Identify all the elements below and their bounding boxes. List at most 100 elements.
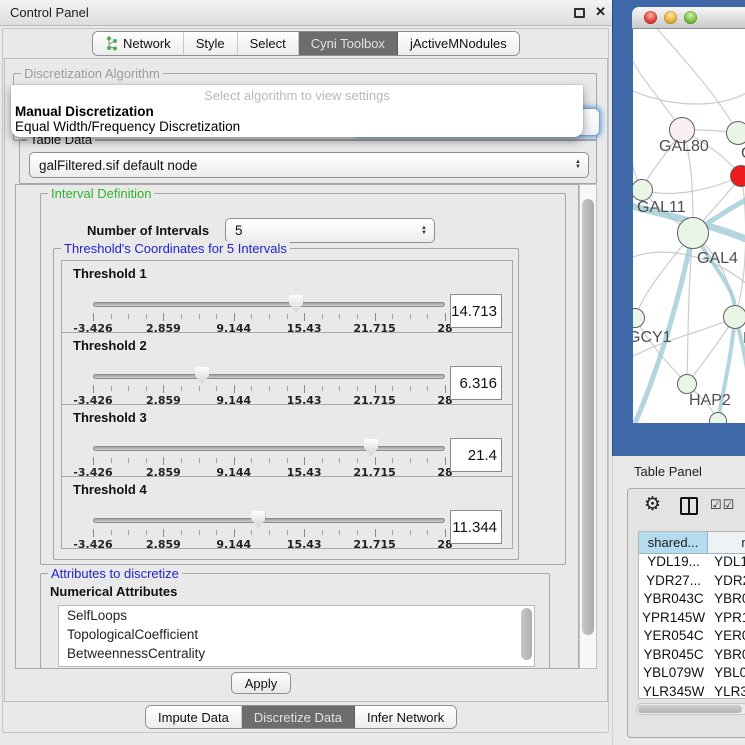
table-horizontal-scrollbar[interactable] — [636, 703, 745, 715]
table-row[interactable]: YDR27...YDR27... — [639, 573, 745, 592]
threshold-label-1: Threshold 1 — [73, 266, 147, 281]
threshold-slider-thumb-2[interactable] — [195, 367, 209, 384]
node-table[interactable]: shared... name YDL19...YDL19...YDR27...Y… — [638, 531, 745, 699]
threshold-value-input-4[interactable]: 11.344 — [450, 510, 502, 544]
tab-select-label: Select — [250, 36, 286, 51]
tab-cyni-toolbox-label: Cyni Toolbox — [311, 36, 385, 51]
cell-shared-name: YBR043C — [639, 591, 708, 610]
tick-mark — [111, 314, 112, 319]
network-node-ga[interactable] — [726, 121, 745, 145]
table-row[interactable]: YBL079WYBL079W — [639, 665, 745, 684]
network-view-window: GAL80GACGAL11GAL4GCY1HHAP2 — [612, 0, 745, 456]
checked-checkboxes-icon[interactable]: ☑☑ — [710, 497, 735, 513]
column-header-name[interactable]: name — [708, 532, 745, 553]
network-canvas[interactable]: GAL80GACGAL11GAL4GCY1HHAP2 — [633, 29, 745, 423]
cell-shared-name: YDL19... — [639, 554, 708, 573]
threshold-slider-track-1[interactable] — [93, 302, 445, 307]
tick-label: 15.43 — [287, 538, 322, 551]
tick-mark — [287, 386, 288, 391]
tick-mark — [410, 458, 411, 463]
tick-mark — [163, 529, 164, 537]
threshold-coordinates-group-title: Threshold's Coordinates for 5 Intervals — [61, 241, 290, 256]
apply-button[interactable]: Apply — [231, 672, 291, 694]
network-window-titlebar[interactable] — [632, 7, 745, 29]
threshold-slider-track-2[interactable] — [93, 374, 445, 379]
gear-icon[interactable]: ⚙ — [644, 493, 661, 516]
network-node-c[interactable] — [730, 165, 745, 187]
tick-mark — [427, 386, 428, 391]
threshold-value-input-1[interactable]: 14.713 — [450, 294, 502, 328]
table-row[interactable]: YPR145WYPR145W — [639, 610, 745, 629]
attribute-item-betweennesscentrality[interactable]: BetweennessCentrality — [59, 644, 534, 663]
column-header-shared-name[interactable]: shared... — [639, 532, 708, 553]
zoom-traffic-light[interactable] — [684, 11, 697, 24]
threshold-slider-thumb-3[interactable] — [364, 439, 378, 456]
bottom-tab-infer-network[interactable]: Infer Network — [355, 706, 456, 728]
tick-mark — [199, 458, 200, 463]
table-data-combobox[interactable]: galFiltered.sif default node ▲▼ — [29, 152, 589, 178]
table-row[interactable]: YLR345WYLR345W — [639, 684, 745, 700]
table-row[interactable]: YER054CYER054C — [639, 628, 745, 647]
close-traffic-light[interactable] — [644, 11, 657, 24]
table-row[interactable]: YBR045CYBR045C — [639, 647, 745, 666]
threshold-slider-track-4[interactable] — [93, 518, 445, 523]
bottom-tab-impute-data[interactable]: Impute Data — [146, 706, 242, 728]
threshold-value-input-2[interactable]: 6.316 — [450, 366, 502, 400]
tab-jactivemnodules[interactable]: jActiveMNodules — [398, 32, 519, 55]
tick-label: 9.144 — [216, 538, 251, 551]
tick-mark — [146, 314, 147, 319]
algorithm-option-equal-width[interactable]: Equal Width/Frequency Discretization — [15, 119, 240, 134]
tab-select[interactable]: Select — [238, 32, 299, 55]
minimize-traffic-light[interactable] — [664, 11, 677, 24]
tick-mark — [269, 386, 270, 391]
node-label-gal11: GAL11 — [637, 199, 686, 217]
tab-style[interactable]: Style — [184, 32, 238, 55]
tick-mark — [427, 458, 428, 463]
tick-mark — [181, 458, 182, 463]
tick-mark — [128, 386, 129, 391]
tick-mark — [146, 530, 147, 535]
threshold-value-input-3[interactable]: 21.4 — [450, 438, 502, 472]
bottom-tab-discretize-data[interactable]: Discretize Data — [242, 706, 355, 728]
tick-mark — [181, 530, 182, 535]
interval-definition-group-title: Interval Definition — [48, 186, 154, 201]
cell-name: YBR045C — [708, 647, 745, 666]
combo-spinner-icon: ▲▼ — [421, 226, 427, 236]
table-row[interactable]: YDL19...YDL19... — [639, 554, 745, 573]
attribute-item-topologicalcoefficient[interactable]: TopologicalCoefficient — [59, 625, 534, 644]
threshold-slider-thumb-4[interactable] — [251, 511, 265, 528]
network-node-gal4[interactable] — [677, 217, 709, 249]
tick-mark — [128, 530, 129, 535]
network-node[interactable] — [709, 412, 727, 423]
close-icon[interactable]: ✕ — [595, 4, 606, 20]
number-of-intervals-combobox[interactable]: 5 ▲▼ — [225, 218, 435, 243]
table-row[interactable]: YBR043CYBR043C — [639, 591, 745, 610]
threshold-slider-thumb-1[interactable] — [289, 295, 303, 312]
columns-icon[interactable] — [680, 497, 698, 515]
network-node-hap2[interactable] — [677, 374, 697, 394]
tick-mark — [181, 386, 182, 391]
numerical-attributes-list: SelfLoopsTopologicalCoefficientBetweenne… — [58, 605, 535, 667]
attributes-list-scrollbar[interactable] — [521, 608, 532, 663]
table-panel-toolbar: ⚙ ☑☑ — [628, 489, 745, 523]
cell-name: YDL19... — [708, 554, 745, 573]
tick-mark — [93, 385, 94, 393]
tick-mark — [427, 530, 428, 535]
threshold-slider-track-3[interactable] — [93, 446, 445, 451]
attributes-to-discretize-group: Attributes to discretize Numerical Attri… — [40, 573, 550, 669]
tick-mark — [234, 457, 235, 465]
tab-cyni-toolbox[interactable]: Cyni Toolbox — [299, 32, 398, 55]
attribute-item-selfloops[interactable]: SelfLoops — [59, 606, 534, 625]
algorithm-option-manual[interactable]: Manual Discretization — [15, 104, 154, 119]
tab-network[interactable]: Network — [93, 32, 184, 55]
float-icon[interactable] — [574, 8, 585, 18]
network-node-h[interactable] — [723, 305, 745, 329]
top-tab-bar: NetworkStyle Select Cyni Toolbox jActiveMNo… — [92, 31, 520, 56]
settings-vertical-scrollbar[interactable] — [579, 184, 597, 669]
tick-mark — [146, 458, 147, 463]
tick-mark — [375, 313, 376, 321]
tick-mark — [216, 314, 217, 319]
cell-shared-name: YBR045C — [639, 647, 708, 666]
tick-mark — [304, 313, 305, 321]
threshold-label-2: Threshold 2 — [73, 338, 147, 353]
